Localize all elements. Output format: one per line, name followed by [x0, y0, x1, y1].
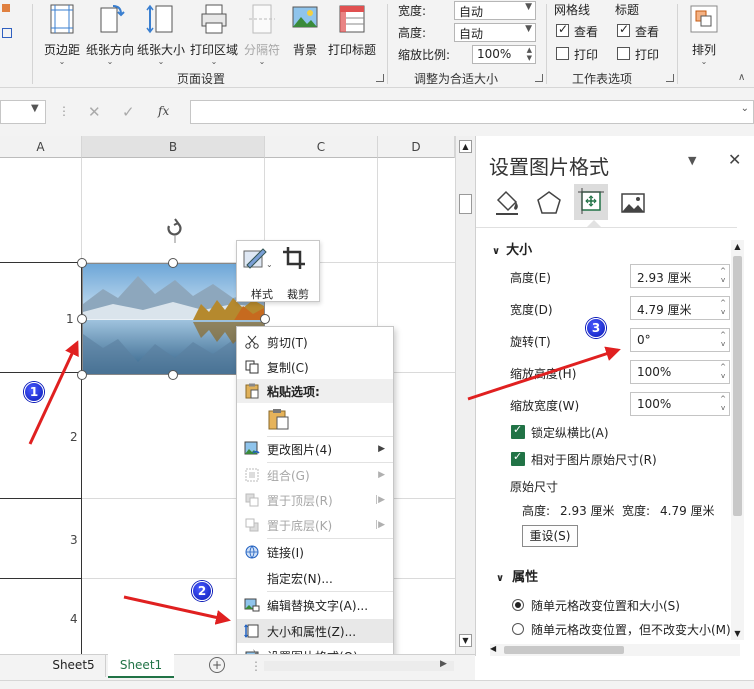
annotation-badge-3: 3 — [586, 318, 606, 338]
annotation-arrow-3 — [467, 346, 621, 401]
annotation-overlay — [28, 340, 621, 625]
annotation-badge-1: 1 — [24, 382, 44, 402]
annotation-badge-2: 2 — [192, 581, 212, 601]
annotation-arrow-2 — [123, 595, 231, 625]
